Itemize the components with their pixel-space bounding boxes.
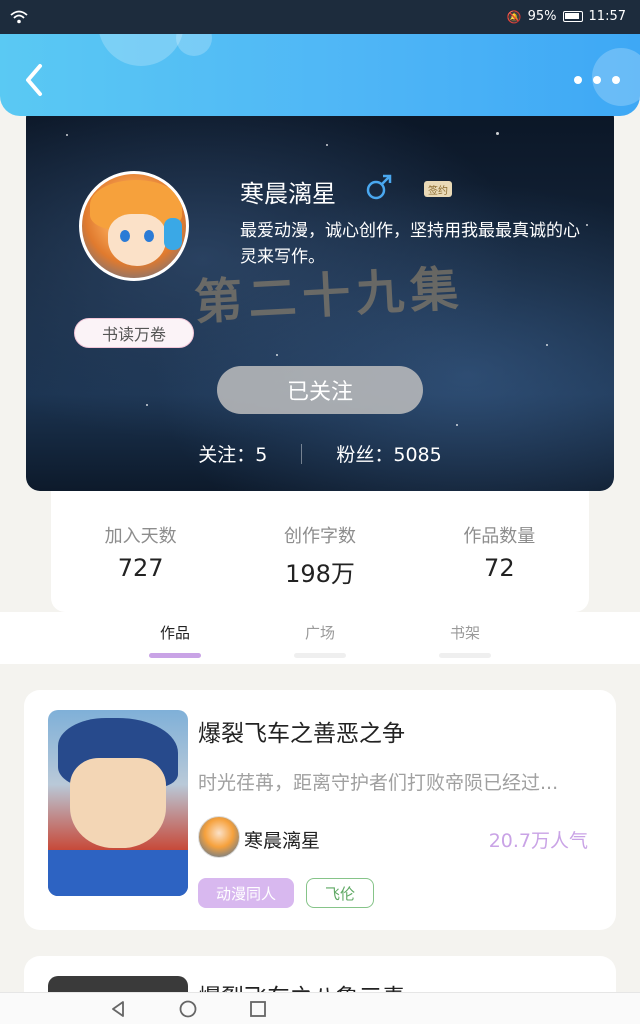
nav-home-icon[interactable]: [178, 999, 198, 1019]
stat-word-count: 创作字数 198万: [230, 522, 409, 612]
user-bio: 最爱动漫，诚心创作，坚持用我最最真诚的心灵来写作。: [240, 221, 580, 267]
stat-works-count: 作品数量 72: [410, 522, 589, 612]
wifi-icon: [10, 10, 28, 24]
battery-percent: 95%: [527, 9, 557, 24]
battery-icon: [562, 11, 583, 22]
work-description: 时光荏苒，距离守护者们打败帝陨已经过...: [198, 772, 559, 794]
stat-label: 创作字数: [283, 526, 356, 547]
cover-face: [70, 758, 166, 848]
tab-indicator: [294, 653, 346, 658]
author-avatar: [198, 816, 240, 858]
stat-label: 作品数量: [463, 526, 536, 547]
clock: 11:57: [588, 9, 626, 24]
follow-button[interactable]: 已关注: [217, 366, 423, 414]
tab-label: 广场: [304, 624, 335, 642]
status-right: 🔕 95% 11:57: [507, 9, 626, 24]
mute-bell-icon: 🔕: [506, 9, 522, 24]
star-decor: [456, 424, 458, 426]
star-decor: [66, 134, 68, 136]
nav-recents-icon[interactable]: [248, 999, 268, 1019]
star-decor: [276, 354, 278, 356]
author-name: 寒晨漓星: [244, 830, 321, 852]
star-decor: [146, 404, 148, 406]
stat-value: 198万: [285, 560, 355, 588]
more-dot-icon: [593, 76, 601, 84]
tab-square[interactable]: 广场: [275, 622, 365, 658]
stats-card: 加入天数 727 创作字数 198万 作品数量 72: [51, 470, 589, 612]
avatar-eye: [120, 230, 130, 242]
fans-count[interactable]: 粉丝：5085: [336, 440, 441, 467]
popularity-count: 20.7万人气: [488, 830, 588, 852]
stat-value: 72: [484, 554, 515, 582]
stat-join-days: 加入天数 727: [51, 522, 230, 612]
tab-label: 书架: [449, 624, 480, 642]
tab-works[interactable]: 作品: [130, 622, 220, 658]
work-cover-image[interactable]: [48, 710, 188, 896]
tab-label: 作品: [159, 624, 190, 642]
work-title[interactable]: 爆裂飞车之善恶之争: [198, 714, 405, 748]
cover-shirt: [48, 850, 188, 896]
divider: [301, 443, 303, 464]
topic-tag[interactable]: 飞伦: [306, 878, 374, 908]
tab-indicator: [439, 653, 491, 658]
nav-back-icon[interactable]: [108, 999, 128, 1019]
stat-label: 加入天数: [104, 526, 177, 547]
avatar-face: [108, 214, 166, 266]
star-decor: [326, 144, 328, 146]
back-button[interactable]: [20, 58, 54, 102]
follow-counts: 关注：5 粉丝：5085: [26, 440, 614, 467]
avatar-eye: [144, 230, 154, 242]
male-gender-icon: [366, 174, 392, 200]
star-decor: [496, 132, 499, 135]
signed-author-tag: 签约: [424, 181, 452, 197]
genre-tag[interactable]: 动漫同人: [198, 878, 294, 908]
work-card[interactable]: 爆裂飞车之善恶之争 时光荏苒，距离守护者们打败帝陨已经过... 寒晨漓星 20.…: [24, 690, 616, 930]
user-avatar[interactable]: [79, 171, 189, 281]
status-bar: 🔕 95% 11:57: [0, 0, 640, 34]
reader-badge[interactable]: 书读万卷: [74, 318, 194, 348]
following-count[interactable]: 关注：5: [198, 440, 267, 467]
stat-value: 727: [117, 554, 164, 582]
tab-indicator: [149, 653, 201, 658]
tab-bookshelf[interactable]: 书架: [420, 622, 510, 658]
more-dot-icon: [612, 76, 620, 84]
more-options-button[interactable]: [574, 68, 620, 92]
avatar-headphones: [164, 218, 182, 250]
chevron-left-icon: [26, 64, 42, 96]
system-nav-bar: [0, 992, 640, 1024]
star-decor: [546, 344, 548, 346]
profile-hero: 第二十九集 书读万卷 寒晨漓星 签约 最爱动漫，诚心创作，坚持用我最最真诚的心灵…: [26, 104, 614, 491]
user-name: 寒晨漓星: [240, 180, 336, 208]
more-dot-icon: [574, 76, 582, 84]
tab-bar: 作品 广场 书架: [0, 612, 640, 664]
